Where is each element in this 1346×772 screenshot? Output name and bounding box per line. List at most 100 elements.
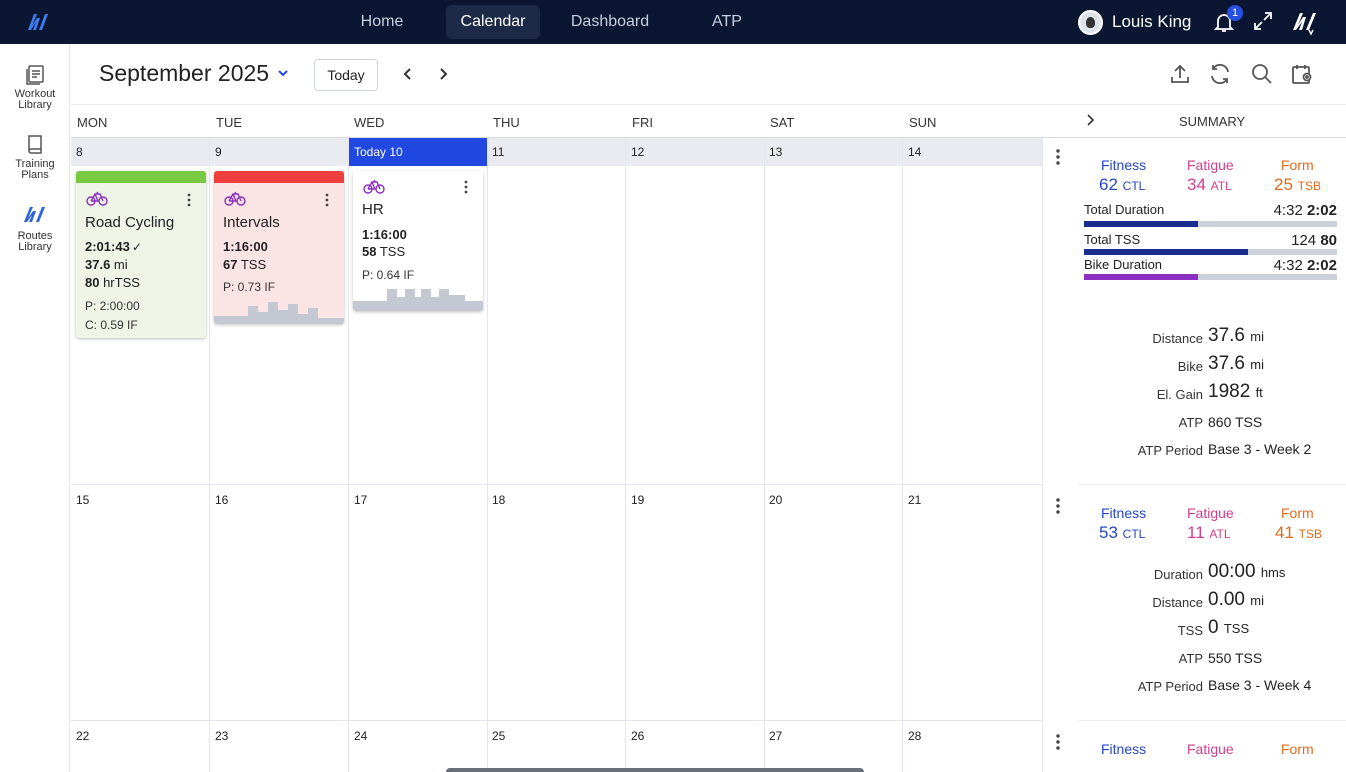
user-name[interactable]: Louis King xyxy=(1112,12,1191,32)
fitness-value: 53 CTL xyxy=(1099,523,1146,542)
date-label[interactable]: 12 xyxy=(631,145,644,159)
stat-label: ATP xyxy=(1178,651,1203,666)
sidebar-item-training-plans[interactable]: Training Plans xyxy=(0,134,70,181)
sync-icon[interactable] xyxy=(1208,62,1232,86)
date-label[interactable]: 13 xyxy=(769,145,782,159)
date-label[interactable]: 18 xyxy=(492,493,505,507)
stat-label: ATP xyxy=(1178,415,1203,430)
date-label[interactable]: 15 xyxy=(76,493,89,507)
fatigue-value: 34 ATL xyxy=(1187,175,1232,194)
sidebar-item-routes-library[interactable]: Routes Library xyxy=(0,204,70,253)
date-label[interactable]: 17 xyxy=(354,493,367,507)
fitness-value: 62 CTL xyxy=(1099,175,1146,194)
date-label[interactable]: 14 xyxy=(908,145,921,159)
date-label[interactable]: 25 xyxy=(492,729,505,743)
date-label[interactable]: 19 xyxy=(631,493,644,507)
stat-value: 37.6 mi xyxy=(1208,353,1264,374)
form-label: Form xyxy=(1281,505,1314,521)
workout-title: Road Cycling xyxy=(85,214,175,231)
chevron-right-icon[interactable] xyxy=(435,66,451,82)
expand-icon[interactable] xyxy=(1252,10,1274,32)
more-options-icon[interactable] xyxy=(463,180,469,194)
workout-profile-graph xyxy=(353,289,483,311)
stat-label: El. Gain xyxy=(1156,387,1203,402)
bike-icon xyxy=(224,191,246,206)
stat-label: Duration xyxy=(1153,567,1203,582)
fitness-label: Fitness xyxy=(1101,741,1147,757)
fatigue-label: Fatigue xyxy=(1187,741,1234,757)
date-label[interactable]: 11 xyxy=(492,145,504,159)
chevron-right-icon[interactable] xyxy=(1083,113,1097,127)
day-header: MON xyxy=(77,115,108,130)
day-header: TUE xyxy=(216,115,242,130)
stat-value: 860 TSS xyxy=(1208,414,1263,430)
search-icon[interactable] xyxy=(1250,62,1274,86)
nav-tab-home[interactable]: Home xyxy=(352,5,412,39)
date-label[interactable]: 8 xyxy=(76,145,83,159)
nav-tab-atp[interactable]: ATP xyxy=(702,5,752,39)
bike-icon xyxy=(86,191,108,206)
stat-label: Bike xyxy=(1177,359,1203,374)
nav-tab-calendar[interactable]: Calendar xyxy=(446,5,540,39)
workout-load: 80 hrTSS xyxy=(85,275,140,290)
day-header: WED xyxy=(354,115,385,130)
stat-label: TSS xyxy=(1177,623,1203,638)
routes-icon xyxy=(24,207,45,222)
total-duration-row: Total Duration 4:32 2:02 xyxy=(1084,202,1337,227)
sidebar-label: Library xyxy=(18,99,52,111)
workout-card-intervals[interactable]: Intervals 1:16:00 67 TSS P: 0.73 IF xyxy=(214,171,344,324)
date-label[interactable]: 28 xyxy=(908,729,921,743)
progress-fill xyxy=(1084,249,1249,255)
workout-status-bar xyxy=(76,171,206,183)
summary-title: SUMMARY xyxy=(1179,114,1246,129)
more-options-icon[interactable] xyxy=(324,193,330,207)
more-options-icon[interactable] xyxy=(1055,733,1061,751)
workout-planned: P: 0.64 IF xyxy=(362,268,415,282)
more-options-icon[interactable] xyxy=(1055,148,1061,166)
progress-fill xyxy=(1084,221,1198,227)
date-label[interactable]: 22 xyxy=(76,729,89,743)
date-label[interactable]: 21 xyxy=(908,493,921,507)
fitness-label: Fitness xyxy=(1101,157,1147,173)
date-label-today[interactable]: Today 10 xyxy=(354,145,403,159)
form-label: Form xyxy=(1281,157,1314,173)
book-icon xyxy=(28,135,42,154)
calendar-settings-icon[interactable] xyxy=(1290,62,1314,86)
month-title[interactable]: September 2025 xyxy=(99,60,269,87)
stat-value: Base 3 - Week 2 xyxy=(1208,441,1312,457)
bottom-scroll-handle[interactable] xyxy=(446,768,864,772)
day-header-row: MON TUE WED THU FRI SAT SUN xyxy=(71,104,1346,138)
workout-library-icon xyxy=(26,65,44,85)
stat-value: 0.00 mi xyxy=(1208,589,1264,610)
app-logo-icon[interactable] xyxy=(26,10,50,34)
more-options-icon[interactable] xyxy=(186,193,192,207)
brand-logo-icon[interactable] xyxy=(1291,8,1319,36)
more-options-icon[interactable] xyxy=(1055,497,1061,515)
bike-icon xyxy=(363,179,385,194)
date-label[interactable]: 24 xyxy=(354,729,367,743)
bike-duration-row: Bike Duration 4:32 2:02 xyxy=(1084,257,1337,280)
day-header: SUN xyxy=(909,115,937,130)
stat-value: 550 TSS xyxy=(1208,650,1263,666)
upload-icon[interactable] xyxy=(1168,62,1192,86)
stat-value: 0 TSS xyxy=(1208,617,1250,638)
date-label[interactable]: 27 xyxy=(769,729,782,743)
sidebar-item-workout-library[interactable]: Workout Library xyxy=(0,64,70,111)
chevron-left-icon[interactable] xyxy=(400,66,416,82)
date-label[interactable]: 9 xyxy=(215,145,222,159)
date-label[interactable]: 26 xyxy=(631,729,644,743)
nav-tab-dashboard[interactable]: Dashboard xyxy=(560,5,660,39)
workout-card-road-cycling[interactable]: Road Cycling 2:01:43 ✓ 37.6 mi 80 hrTSS P… xyxy=(76,171,206,338)
date-label[interactable]: 23 xyxy=(215,729,228,743)
top-nav-bar: Home Calendar Dashboard ATP Louis King 1 xyxy=(0,0,1346,44)
today-button[interactable]: Today xyxy=(314,59,378,91)
user-avatar[interactable] xyxy=(1078,10,1103,35)
workout-card-hr[interactable]: HR 1:16:00 58 TSS P: 0.64 IF xyxy=(353,171,483,311)
progress-fill xyxy=(1084,274,1198,280)
fatigue-label: Fatigue xyxy=(1187,157,1234,173)
chevron-down-icon[interactable] xyxy=(276,66,290,80)
date-label[interactable]: 20 xyxy=(769,493,782,507)
day-header: FRI xyxy=(632,115,653,130)
workout-distance: 37.6 mi xyxy=(85,257,128,272)
date-label[interactable]: 16 xyxy=(215,493,228,507)
